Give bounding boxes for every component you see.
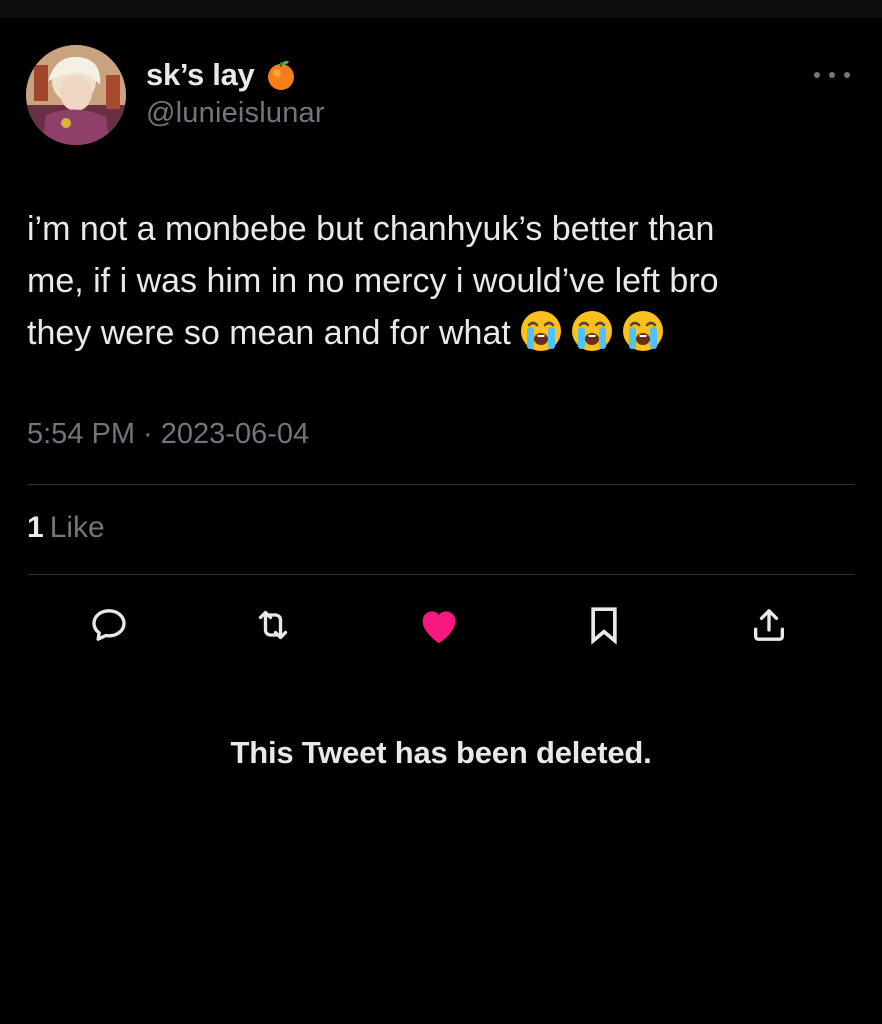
author-handle[interactable]: @lunieislunar — [146, 97, 325, 130]
divider — [27, 484, 855, 485]
more-dot-icon — [814, 72, 820, 78]
display-name[interactable]: sk’s lay — [146, 57, 255, 93]
likes-label: Like — [49, 511, 105, 544]
retweet-icon — [258, 610, 288, 640]
more-dot-icon — [844, 72, 850, 78]
reply-icon — [92, 609, 126, 641]
loudly-crying-face-icon — [519, 309, 563, 353]
tweet-header: sk’s lay @lunieislunar — [26, 45, 856, 147]
likes-row[interactable]: 1 Like — [27, 511, 105, 545]
likes-count: 1 — [27, 511, 44, 544]
more-dot-icon — [829, 72, 835, 78]
top-strip — [0, 0, 882, 18]
bookmark-icon — [591, 607, 617, 645]
tweet-actions — [27, 600, 855, 650]
divider — [27, 574, 855, 575]
more-options-button[interactable] — [814, 65, 850, 85]
share-icon — [754, 609, 784, 641]
reply-button[interactable] — [84, 600, 134, 650]
share-button[interactable] — [744, 600, 794, 650]
like-button[interactable] — [414, 600, 464, 650]
orange-icon — [265, 58, 297, 92]
avatar-image — [26, 45, 126, 145]
display-name-row[interactable]: sk’s lay — [146, 55, 297, 95]
tweet-body: i’m not a monbebe but chanhyuk’s better … — [27, 203, 857, 359]
deleted-tweet-notice: This Tweet has been deleted. — [230, 735, 652, 770]
loudly-crying-face-icon — [570, 309, 614, 353]
tweet-timestamp[interactable]: 5:54 PM · 2023-06-04 — [27, 418, 309, 451]
emoji-row — [519, 309, 665, 353]
bookmark-button[interactable] — [579, 600, 629, 650]
avatar[interactable] — [26, 45, 126, 145]
loudly-crying-face-icon — [621, 309, 665, 353]
like-icon — [422, 611, 456, 644]
retweet-button[interactable] — [248, 600, 298, 650]
